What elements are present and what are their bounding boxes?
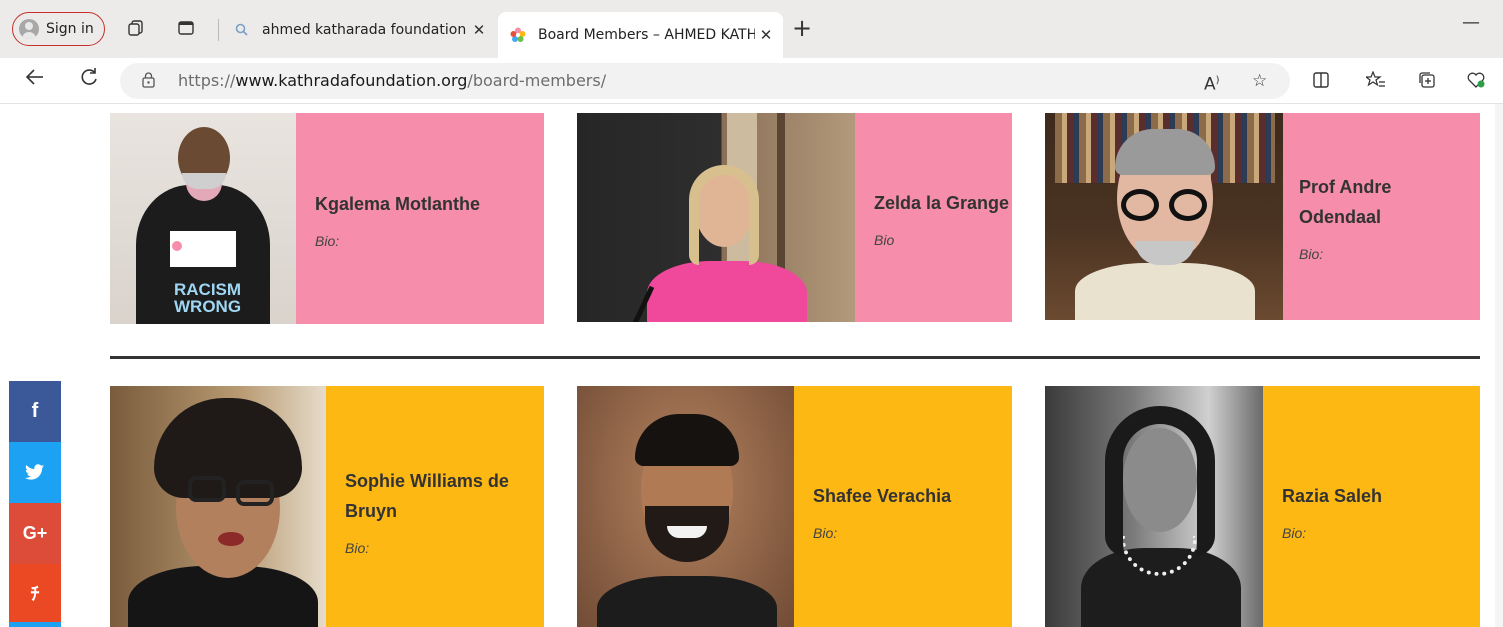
member-bio-label: Bio (874, 231, 895, 248)
close-tab-icon[interactable]: ✕ (755, 26, 777, 44)
browser-essentials-icon[interactable] (1466, 71, 1486, 94)
tab-title: Board Members – AHMED KATH (538, 27, 755, 43)
stumbleupon-share-button[interactable]: ﾁ (9, 564, 61, 622)
foundation-logo-icon (510, 27, 526, 42)
member-name: Razia Saleh (1282, 486, 1383, 506)
workspaces-icon[interactable] (126, 19, 146, 39)
minimize-icon[interactable]: — (1462, 12, 1480, 33)
board-member-card[interactable]: RACISM WRONG Kgalema Motlanthe Bio: (110, 113, 544, 324)
member-info: Zelda la Grange Bio (855, 113, 1012, 322)
member-photo (1045, 386, 1263, 627)
read-aloud-icon[interactable]: A) (1204, 71, 1220, 95)
tab-actions-icon[interactable] (176, 19, 196, 39)
refresh-icon[interactable] (78, 66, 100, 95)
member-bio-label: Bio: (813, 525, 838, 541)
member-info: Shafee Verachia Bio: (794, 386, 1012, 627)
member-name: Shafee Verachia (813, 486, 952, 506)
board-member-card[interactable]: Shafee Verachia Bio: (577, 386, 1012, 627)
google-plus-share-button[interactable]: G+ (9, 503, 61, 564)
member-bio-label: Bio: (1282, 525, 1307, 541)
board-member-card[interactable]: Sophie Williams de Bruyn Bio: (110, 386, 544, 627)
close-tab-icon[interactable]: ✕ (468, 21, 490, 39)
member-info: Sophie Williams de Bruyn Bio: (326, 386, 544, 627)
split-screen-icon[interactable] (1312, 71, 1330, 94)
member-name: Kgalema Motlanthe (315, 193, 481, 214)
board-member-card[interactable]: Zelda la Grange Bio (577, 113, 1012, 322)
member-info: Razia Saleh Bio: (1263, 386, 1480, 627)
tab-search[interactable]: ahmed katharada foundation tru ✕ (228, 12, 496, 48)
member-photo: RACISM WRONG (110, 113, 296, 324)
tab-bar: Sign in ahmed katharada foundation tru ✕… (0, 0, 1503, 58)
row-divider (110, 356, 1480, 359)
member-name: Prof Andre Odendaal (1299, 176, 1392, 227)
url-text: https://www.kathradafoundation.org/board… (178, 71, 607, 90)
page-scrollbar[interactable] (1495, 104, 1503, 627)
member-bio-label: Bio: (1299, 245, 1324, 262)
sign-in-button[interactable]: Sign in (12, 12, 105, 46)
member-photo (577, 113, 855, 322)
member-bio-label: Bio: (315, 232, 340, 249)
board-members-page: RACISM WRONG Kgalema Motlanthe Bio: Zeld… (0, 104, 1503, 627)
facebook-share-button[interactable]: f (9, 381, 61, 442)
twitter-share-button[interactable] (9, 442, 61, 503)
address-bar: https://www.kathradafoundation.org/board… (0, 58, 1503, 104)
more-share-button[interactable] (9, 622, 61, 627)
board-member-card[interactable]: Razia Saleh Bio: (1045, 386, 1480, 627)
site-info-icon[interactable] (142, 72, 155, 88)
favorites-list-icon[interactable] (1364, 70, 1386, 94)
collections-icon[interactable] (1418, 71, 1436, 94)
google-plus-icon: G+ (22, 523, 48, 543)
search-icon (235, 23, 248, 36)
board-member-card[interactable]: Prof Andre Odendaal Bio: (1045, 113, 1480, 320)
member-bio-label: Bio: (345, 540, 370, 556)
twitter-icon (25, 464, 44, 480)
tab-board-members[interactable]: Board Members – AHMED KATH ✕ (498, 12, 783, 58)
shirt-text: RACISM WRONG (174, 280, 242, 316)
member-info: Kgalema Motlanthe Bio: (296, 113, 544, 324)
member-photo (1045, 113, 1283, 320)
member-photo (577, 386, 794, 627)
new-tab-icon[interactable]: + (792, 15, 812, 41)
member-info: Prof Andre Odendaal Bio: (1283, 113, 1480, 320)
member-name: Sophie Williams de Bruyn (345, 471, 509, 521)
member-photo (110, 386, 326, 627)
profile-avatar-icon (19, 19, 39, 39)
sign-in-label: Sign in (46, 21, 94, 37)
tab-title: ahmed katharada foundation tru (262, 22, 468, 38)
tab-separator (218, 19, 219, 41)
favorite-star-icon[interactable]: ☆ (1252, 71, 1267, 91)
stumbleupon-icon: ﾁ (30, 584, 40, 604)
url-field[interactable]: https://www.kathradafoundation.org/board… (120, 63, 1290, 99)
back-arrow-icon[interactable] (24, 66, 46, 95)
facebook-icon: f (31, 400, 39, 422)
member-name: Zelda la Grange (874, 192, 1010, 213)
